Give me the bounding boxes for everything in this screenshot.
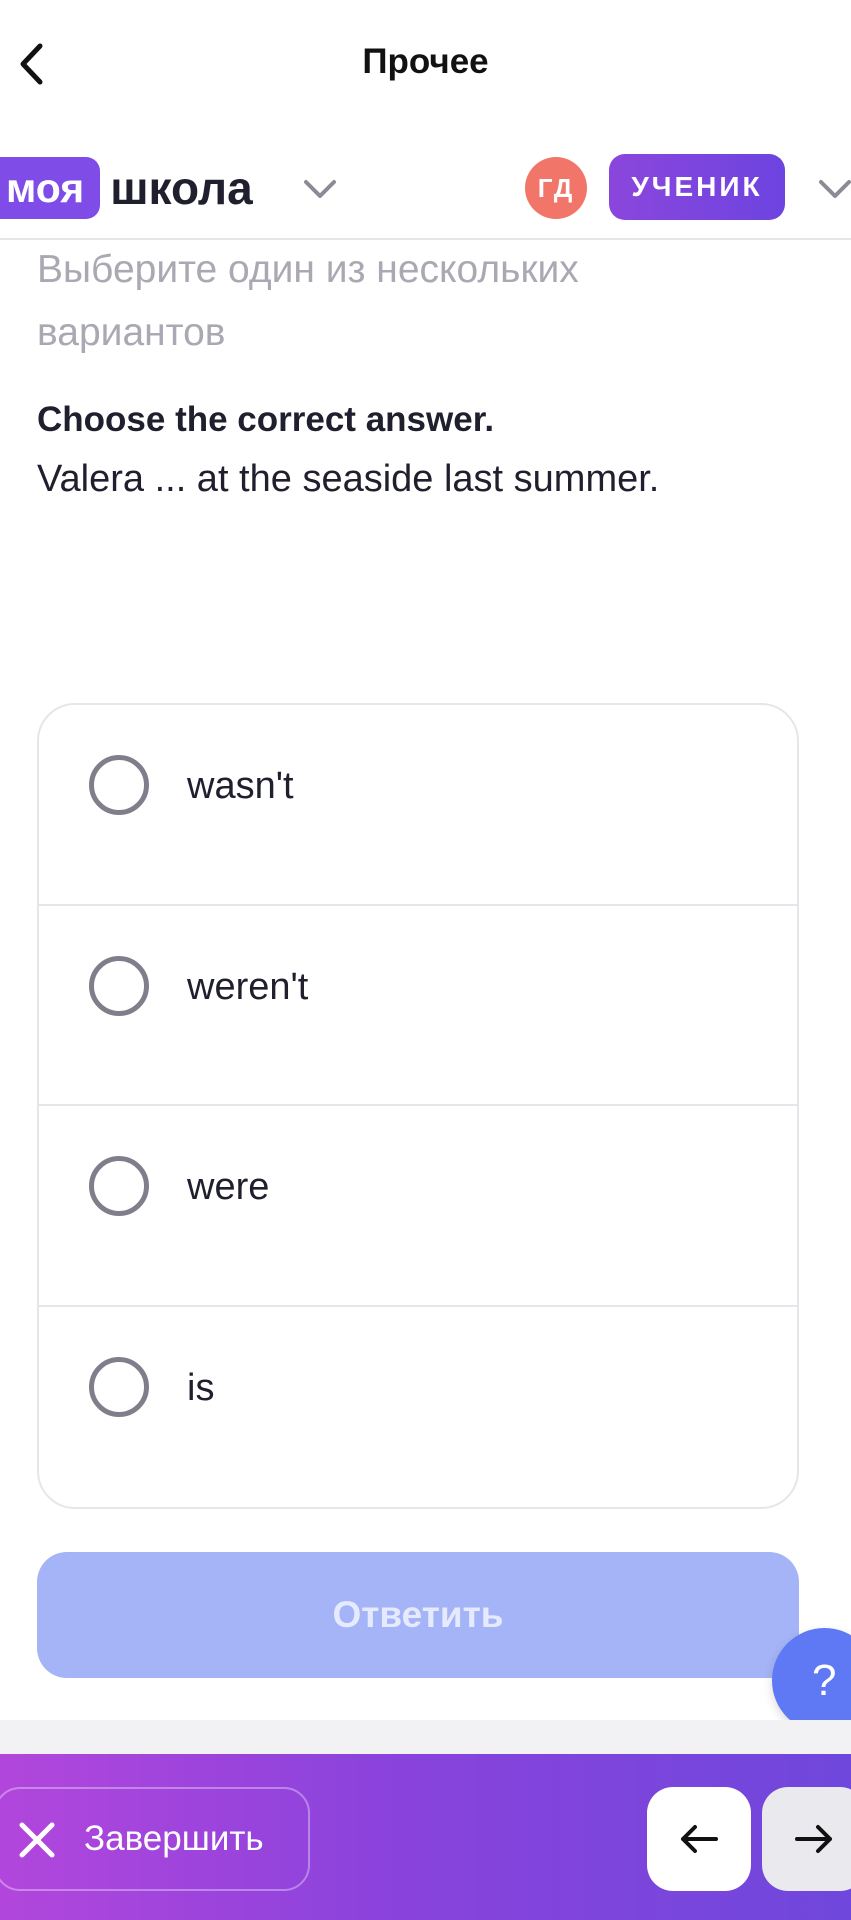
previous-button[interactable] — [647, 1787, 751, 1891]
radio-button[interactable] — [89, 955, 149, 1016]
task-hint: Выберите один из нескольких вариантов — [37, 248, 579, 354]
answer-button[interactable]: Ответить — [37, 1552, 799, 1678]
radio-button[interactable] — [89, 1356, 149, 1417]
chevron-down-icon[interactable] — [815, 174, 851, 204]
option-item[interactable]: wasn't — [39, 705, 797, 906]
option-label: is — [187, 1366, 215, 1409]
option-label: wasn't — [187, 765, 294, 807]
question-title: Choose the correct answer. — [37, 400, 495, 439]
option-item[interactable]: were — [39, 1106, 797, 1307]
option-label: weren't — [187, 965, 309, 1008]
school-header: моя школа ГД УЧЕНИК — [0, 130, 851, 240]
next-button[interactable] — [762, 1787, 851, 1891]
question-text: Valera ... at the seaside last summer. — [37, 458, 660, 500]
option-label: were — [187, 1166, 270, 1208]
avatar[interactable]: ГД — [525, 157, 587, 219]
logo-moya: моя — [0, 157, 101, 219]
arrow-left-icon — [681, 1825, 718, 1853]
finish-button[interactable]: Завершить — [0, 1787, 310, 1891]
bottom-bar: Завершить — [0, 1754, 851, 1920]
top-bar: Прочее — [0, 0, 851, 130]
logo-shkola: школа — [110, 162, 253, 214]
option-item[interactable]: is — [39, 1307, 797, 1508]
option-item[interactable]: weren't — [39, 906, 797, 1106]
close-icon — [19, 1822, 55, 1858]
arrow-right-icon — [795, 1825, 832, 1853]
help-icon: ? — [812, 1655, 837, 1705]
chevron-down-icon[interactable] — [300, 174, 340, 204]
answer-options: wasn't weren't were is — [37, 703, 799, 1509]
page-title: Прочее — [362, 42, 489, 81]
bottom-gap — [0, 1720, 851, 1754]
radio-button[interactable] — [89, 1156, 149, 1216]
radio-button[interactable] — [89, 755, 149, 815]
school-logo[interactable]: моя школа — [0, 157, 253, 219]
role-badge[interactable]: УЧЕНИК — [609, 154, 785, 220]
finish-label: Завершить — [84, 1819, 264, 1858]
